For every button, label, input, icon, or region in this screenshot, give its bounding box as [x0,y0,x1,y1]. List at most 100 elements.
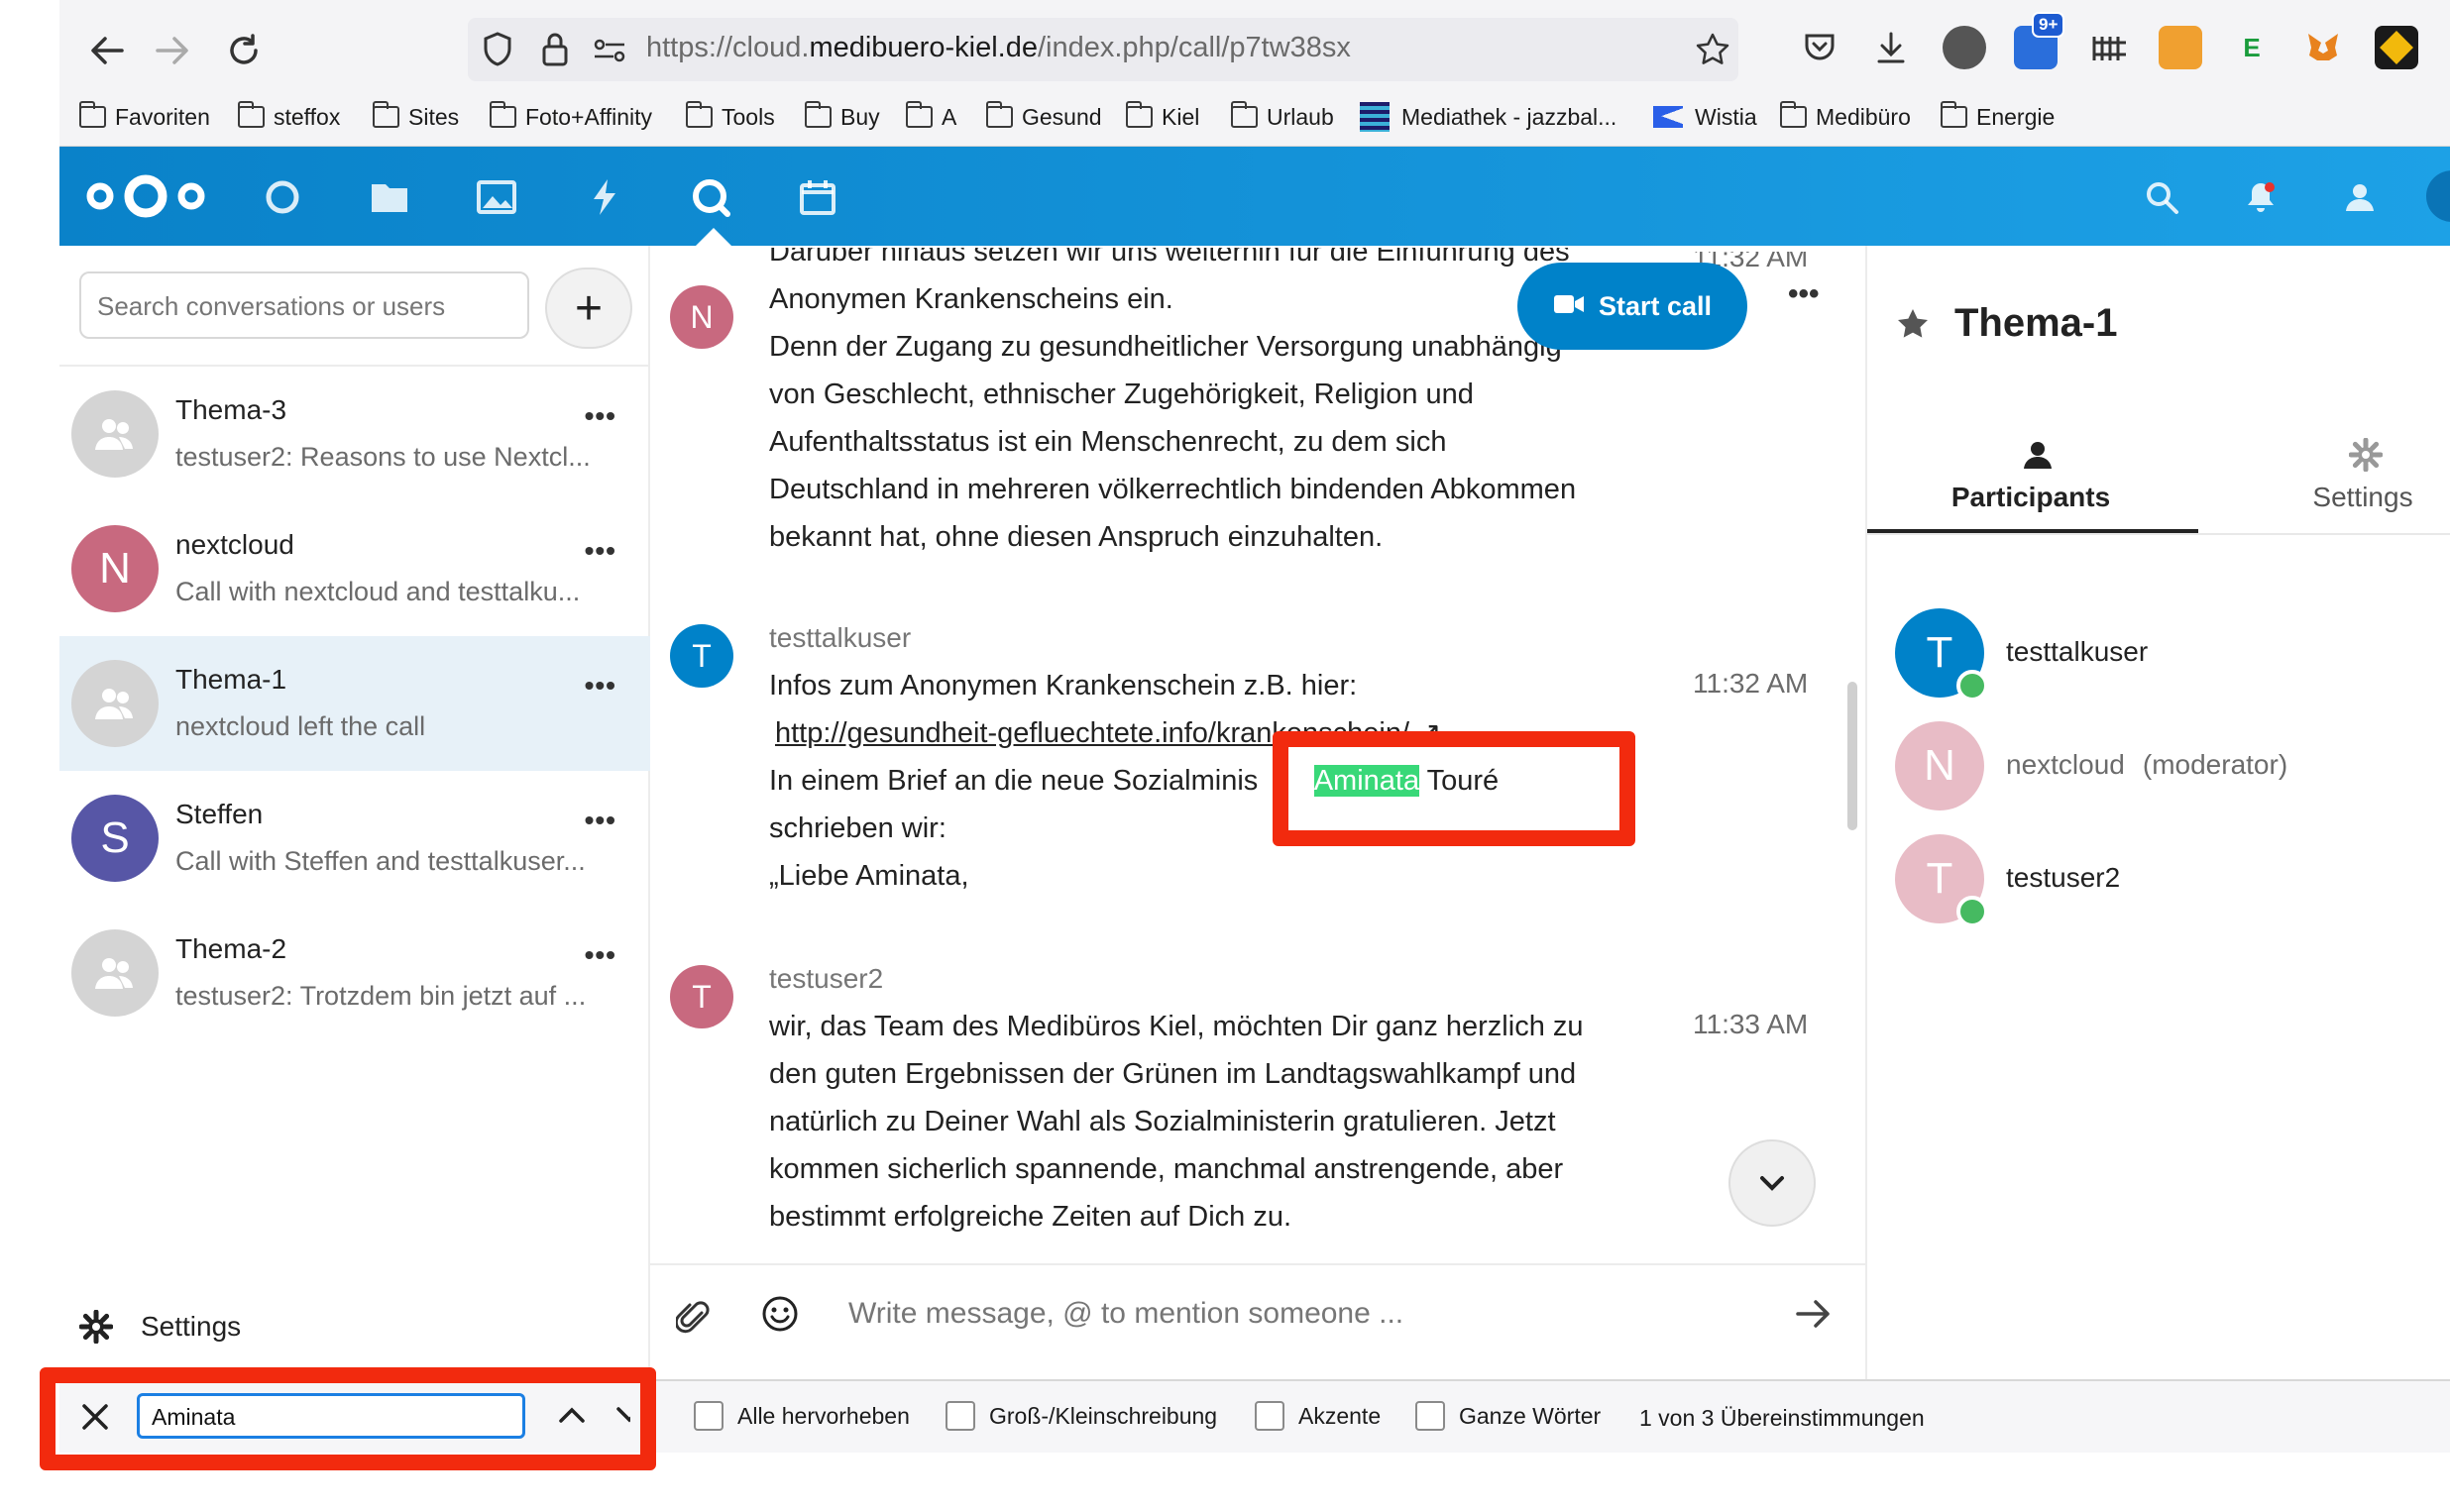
forward-arrow-icon[interactable] [145,25,200,76]
bookmark-item[interactable]: Foto+Affinity [490,99,652,135]
bookmark-label: Foto+Affinity [525,103,653,130]
conversation-name: Thema-2 [175,933,287,964]
conversation-title[interactable]: Thema-1 [1954,301,2118,346]
talk-icon[interactable] [688,174,733,220]
message-avatar[interactable]: N [670,285,733,349]
photos-icon[interactable] [474,174,519,220]
mediathek-icon [1360,102,1390,132]
bookmark-item[interactable]: Sites [373,99,459,135]
favorite-star-icon[interactable] [1895,307,1931,346]
conversation-last-message: Call with nextcloud and testtalku... [175,577,581,606]
bookmark-item[interactable]: Mediathek - jazzbal... [1360,99,1616,135]
more-options-icon[interactable]: ••• [1788,277,1820,311]
start-call-button[interactable]: Start call [1517,263,1747,350]
tab-participants[interactable]: Participants [1907,482,2155,513]
message-avatar[interactable]: T [670,624,733,688]
conversation-item[interactable]: Thema-2 testuser2: Trotzdem bin jetzt auf… [59,906,650,1040]
message-avatar[interactable]: T [670,965,733,1028]
conversation-menu-icon[interactable]: ••• [585,670,616,702]
divider [1867,533,2450,535]
match-case-checkbox[interactable]: Groß-/Kleinschreibung [946,1401,1217,1431]
url-bar[interactable]: https://cloud.medibuero-kiel.de/index.ph… [468,18,1738,81]
folder-icon [1941,101,1967,128]
conversation-item[interactable]: Nnextcloud Call with nextcloud and testta… [59,501,650,636]
message-line: Denn der Zugang zu gesundheitlicher Vers… [769,331,1562,363]
conversation-menu-icon[interactable]: ••• [585,805,616,836]
search-icon[interactable] [2139,174,2184,220]
profile-icon[interactable] [1943,26,1986,69]
conversation-item[interactable]: S Steffen Call with Steffen and testtalkus… [59,771,650,906]
participant-avatar: N [1895,721,1984,810]
attachment-paperclip-icon[interactable] [674,1299,710,1342]
folder-icon [238,101,265,128]
folder-icon [79,101,106,128]
metamask-fox-icon[interactable] [2301,26,2345,69]
whole-words-checkbox[interactable]: Ganze Wörter [1415,1401,1601,1431]
conversation-item[interactable]: Thema-3 testuser2: Reasons to use Nextcl.… [59,367,650,501]
conversation-menu-icon[interactable]: ••• [585,535,616,567]
bookmark-item[interactable]: Gesund [986,99,1102,135]
bookmark-item[interactable]: steffox [238,99,340,135]
chat-scrollbar[interactable] [1847,682,1857,830]
new-conversation-button[interactable]: + [545,268,632,349]
download-icon[interactable] [1869,26,1913,69]
grid-extension-icon[interactable] [2087,26,2131,69]
pocket-icon[interactable] [1798,26,1841,69]
calendar-icon[interactable] [795,174,840,220]
contacts-icon[interactable] [2337,174,2383,220]
lock-icon[interactable] [541,32,569,72]
user-avatar[interactable] [2426,170,2450,222]
search-conversations-input[interactable]: Search conversations or users [79,271,529,339]
reload-icon[interactable] [216,25,272,76]
bookmark-star-icon[interactable] [1695,32,1730,72]
scroll-to-bottom-button[interactable] [1728,1139,1816,1227]
participant-item[interactable]: Nnextcloud (moderator) [1895,721,2430,820]
rss-extension-icon[interactable] [2159,26,2202,69]
files-folder-icon[interactable] [367,174,412,220]
participant-name: testuser2 [2006,862,2121,893]
send-arrow-icon[interactable] [1796,1299,1832,1334]
bookmark-item[interactable]: Favoriten [79,99,210,135]
bookmark-label: Urlaub [1267,103,1334,130]
bookmark-item[interactable]: Buy [805,99,880,135]
folder-icon [805,101,832,128]
bookmark-label: Medibüro [1816,103,1911,130]
conversation-last-message: Call with Steffen and testtalkuser... [175,846,586,876]
conversation-menu-icon[interactable]: ••• [585,939,616,971]
bookmark-label: Gesund [1022,103,1102,130]
permissions-icon[interactable] [593,38,626,68]
wallet-extension-icon[interactable] [2375,26,2418,69]
match-diacritics-checkbox[interactable]: Akzente [1255,1401,1381,1431]
bookmark-item[interactable]: Tools [686,99,775,135]
emoji-smiley-icon[interactable] [761,1295,799,1338]
message-line: Anonymen Krankenscheins ein. [769,283,1173,315]
conversation-menu-icon[interactable]: ••• [585,400,616,432]
participant-item[interactable]: Ttestuser2 [1895,834,2430,933]
bookmark-item[interactable]: Energie [1941,99,2055,135]
nextcloud-logo-icon[interactable] [81,168,210,229]
activity-bolt-icon[interactable] [581,174,626,220]
dashboard-icon[interactable] [260,174,305,220]
participant-item[interactable]: Ttesttalkuser [1895,608,2430,707]
bookmark-item[interactable]: A [906,99,956,135]
annotation-highlight-box [1273,731,1635,846]
message-line: Aufenthaltsstatus ist ein Menschenrecht,… [769,426,1447,458]
url-text[interactable]: https://cloud.medibuero-kiel.de/index.ph… [646,32,1351,64]
shield-icon[interactable] [482,32,513,72]
bookmark-item[interactable]: Wistia [1653,99,1757,135]
message-input[interactable]: Write message, @ to mention someone ... [848,1297,1403,1331]
settings-nav-item[interactable]: Settings [79,1310,241,1344]
notifications-bell-icon[interactable] [2238,174,2283,220]
bitwarden-icon[interactable]: 9+ [2014,12,2065,69]
back-arrow-icon[interactable] [79,25,135,76]
folder-icon [906,101,933,128]
bookmark-item[interactable]: Urlaub [1231,99,1334,135]
bookmark-item[interactable]: Medibüro [1780,99,1911,135]
conversation-name: nextcloud [175,529,294,560]
e-extension-icon[interactable]: E [2230,26,2274,69]
conversation-item[interactable]: Thema-1 nextcloud left the call ••• [59,636,650,771]
participants-icon [2022,440,2054,475]
tab-settings[interactable]: Settings [2264,482,2450,513]
bookmark-item[interactable]: Kiel [1126,99,1199,135]
highlight-all-checkbox[interactable]: Alle hervorheben [694,1401,910,1431]
